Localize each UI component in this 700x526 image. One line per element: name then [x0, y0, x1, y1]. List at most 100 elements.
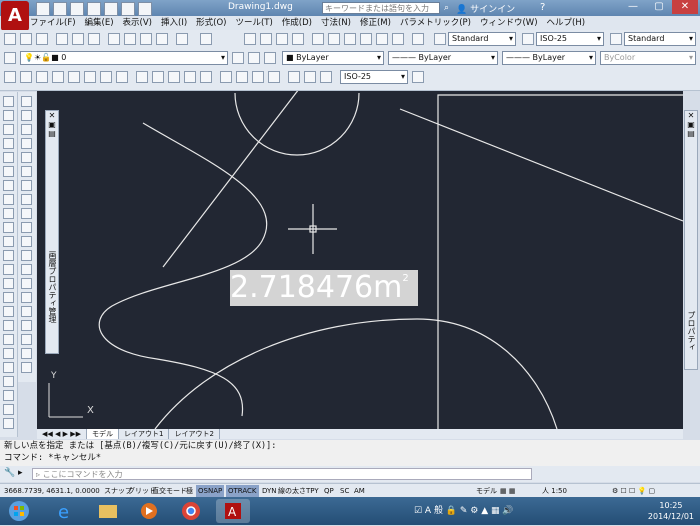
- tab-layout1[interactable]: レイアウト1: [119, 429, 170, 439]
- ie-icon[interactable]: e: [48, 499, 82, 523]
- line-icon[interactable]: [21, 96, 32, 107]
- region-icon[interactable]: [21, 320, 32, 331]
- text-b-icon[interactable]: [3, 376, 14, 387]
- tolerance-icon[interactable]: [220, 71, 232, 83]
- blend-icon[interactable]: [3, 320, 14, 331]
- start-button[interactable]: [4, 499, 34, 523]
- text-c-icon[interactable]: [3, 390, 14, 401]
- chrome-icon[interactable]: [174, 499, 208, 523]
- zoom-realtime-icon[interactable]: [260, 33, 272, 45]
- calculator-icon[interactable]: [392, 33, 404, 45]
- preview-icon[interactable]: [72, 33, 84, 45]
- save-icon[interactable]: [36, 33, 48, 45]
- help-icon[interactable]: [412, 33, 424, 45]
- menu-help[interactable]: ヘルプ(H): [547, 16, 586, 30]
- open-icon[interactable]: [53, 2, 67, 16]
- menu-view[interactable]: 表示(V): [123, 16, 152, 30]
- dim-break-icon[interactable]: [200, 71, 212, 83]
- circle-icon[interactable]: [21, 180, 32, 191]
- saveas-icon[interactable]: [87, 2, 101, 16]
- search-input[interactable]: キーワードまたは語句を入力: [322, 2, 440, 14]
- menu-tools[interactable]: ツール(T): [235, 16, 272, 30]
- trim-icon[interactable]: [3, 222, 14, 233]
- menu-parametric[interactable]: パラメトリック(P): [400, 16, 471, 30]
- qp-toggle[interactable]: QP: [322, 485, 336, 497]
- jogged-linear-icon[interactable]: [268, 71, 280, 83]
- rotate-icon[interactable]: [3, 180, 14, 191]
- pin-icon[interactable]: ▣: [46, 120, 58, 129]
- insert-block-icon[interactable]: [21, 250, 32, 261]
- ellipse-arc-icon[interactable]: [21, 236, 32, 247]
- copy-object-icon[interactable]: [3, 110, 14, 121]
- layer-select[interactable]: 💡☀🔓■ 0: [20, 51, 228, 65]
- pin-icon[interactable]: ▣: [685, 120, 697, 129]
- break-at-point-icon[interactable]: [3, 250, 14, 261]
- ellipse-icon[interactable]: [21, 222, 32, 233]
- stretch-icon[interactable]: [3, 208, 14, 219]
- tool-palettes-icon[interactable]: [344, 33, 356, 45]
- zoom-window-icon[interactable]: [276, 33, 288, 45]
- construction-line-icon[interactable]: [21, 110, 32, 121]
- center-mark-icon[interactable]: [236, 71, 248, 83]
- mtext-icon[interactable]: [21, 348, 32, 359]
- explorer-icon[interactable]: [90, 499, 124, 523]
- undo-icon[interactable]: [121, 2, 135, 16]
- diameter-dim-icon[interactable]: [100, 71, 112, 83]
- dim-text-edit-icon[interactable]: [304, 71, 316, 83]
- jogged-dim-icon[interactable]: [84, 71, 96, 83]
- close-icon[interactable]: ✕: [46, 111, 58, 120]
- inspection-icon[interactable]: [252, 71, 264, 83]
- media-player-icon[interactable]: [132, 499, 166, 523]
- table-style-select[interactable]: Standard: [624, 32, 696, 46]
- make-current-icon[interactable]: [232, 52, 244, 64]
- hatch-icon[interactable]: [21, 292, 32, 303]
- style-icon[interactable]: [3, 362, 14, 373]
- otrack-toggle[interactable]: OTRACK: [226, 485, 259, 497]
- osnap-toggle[interactable]: OSNAP: [196, 485, 225, 497]
- zoom-previous-icon[interactable]: [292, 33, 304, 45]
- angular-dim-icon[interactable]: [116, 71, 128, 83]
- quick-dim-icon[interactable]: [136, 71, 148, 83]
- join-icon[interactable]: [3, 278, 14, 289]
- status-tray-icons[interactable]: ⚙ ☐ ☐ 💡 ▢: [610, 485, 657, 497]
- binoculars-icon[interactable]: ⌕: [444, 3, 449, 13]
- tab-layout2[interactable]: レイアウト2: [169, 429, 220, 439]
- area-text[interactable]: 2.718476m2: [230, 270, 418, 306]
- layer-iso-icon[interactable]: [264, 52, 276, 64]
- menu-icon[interactable]: ▤: [46, 129, 58, 138]
- plotstyle-select[interactable]: ByColor: [600, 51, 696, 65]
- linetype-select[interactable]: ——— ByLayer: [388, 51, 498, 65]
- dim-space-icon[interactable]: [184, 71, 196, 83]
- mirror-icon[interactable]: [3, 124, 14, 135]
- gradient-icon[interactable]: [21, 306, 32, 317]
- wrench-icon[interactable]: 🔧: [4, 468, 15, 478]
- undo-icon[interactable]: [176, 33, 188, 45]
- move-icon[interactable]: [3, 166, 14, 177]
- tab-model[interactable]: モデル: [86, 429, 119, 439]
- revision-cloud-icon[interactable]: [21, 194, 32, 205]
- menu-file[interactable]: ファイル(F): [30, 16, 76, 30]
- scale-icon[interactable]: [3, 194, 14, 205]
- dim-edit-icon[interactable]: [288, 71, 300, 83]
- table-icon[interactable]: [21, 334, 32, 345]
- add-selected-icon[interactable]: [21, 362, 32, 373]
- close-icon[interactable]: ✕: [685, 111, 697, 120]
- autocad-taskbar-icon[interactable]: A: [216, 499, 250, 523]
- menu-window[interactable]: ウィンドウ(W): [480, 16, 538, 30]
- print-icon[interactable]: [104, 2, 118, 16]
- new-icon[interactable]: [4, 33, 16, 45]
- paste-icon[interactable]: [140, 33, 152, 45]
- taskbar-clock[interactable]: 10:25 2014/12/01: [648, 500, 694, 522]
- save-icon[interactable]: [70, 2, 84, 16]
- explode-icon[interactable]: [3, 334, 14, 345]
- linear-dim-icon[interactable]: [4, 71, 16, 83]
- dim-style-manager-icon[interactable]: [412, 71, 424, 83]
- radius-dim-icon[interactable]: [68, 71, 80, 83]
- help-icon[interactable]: ?: [540, 2, 545, 13]
- sc-toggle[interactable]: SC: [338, 485, 351, 497]
- fillet-icon[interactable]: [3, 306, 14, 317]
- aligned-dim-icon[interactable]: [20, 71, 32, 83]
- menu-icon[interactable]: ▤: [685, 129, 697, 138]
- tpy-toggle[interactable]: TPY: [304, 485, 321, 497]
- lineweight-select[interactable]: ——— ByLayer: [502, 51, 596, 65]
